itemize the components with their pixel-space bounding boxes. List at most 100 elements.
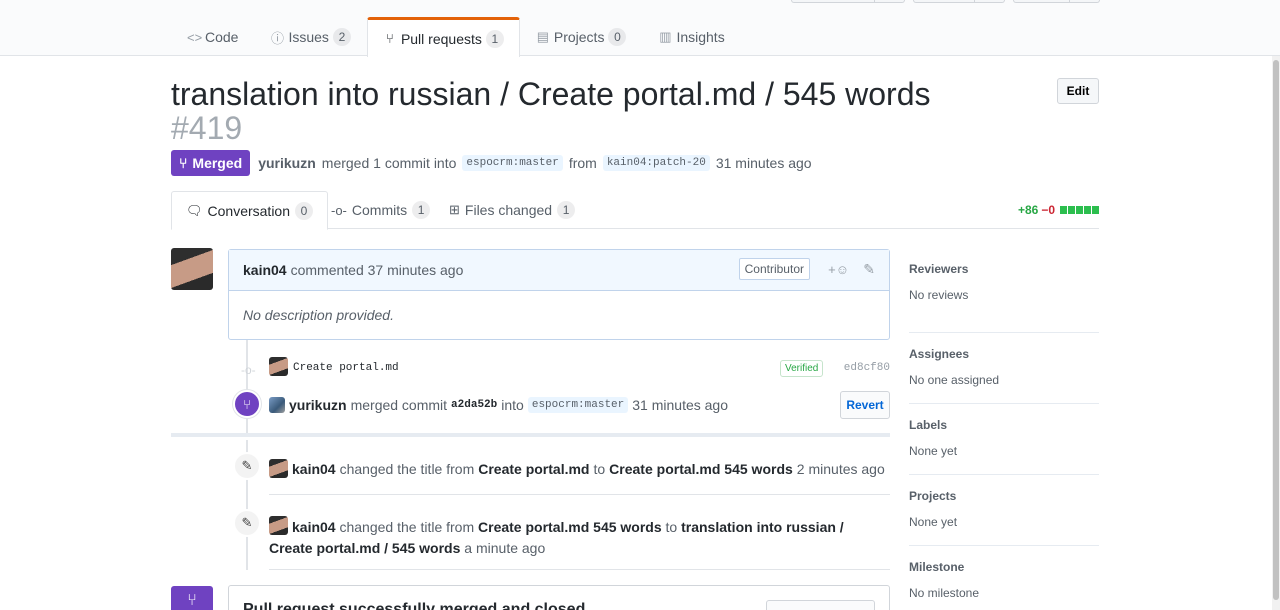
diffstat-block (1068, 206, 1075, 214)
from-text: from (568, 155, 597, 171)
sidebar-projects: Projects None yet (909, 475, 1099, 546)
pr-title: translation into russian / Create portal… (171, 76, 931, 112)
tab-counter: 2 (332, 28, 351, 46)
add-reaction-icon[interactable]: +☺ (828, 262, 849, 277)
commit-row: -o- Create portal.md Verified ed8cf80 (240, 356, 890, 380)
tab-pull-requests[interactable]: ⑂ Pull requests 1 (366, 17, 520, 57)
pr-sidebar: Reviewers No reviews Assignees No one as… (909, 262, 1099, 610)
comment-body: No description provided. (243, 307, 394, 323)
event-user[interactable]: kain04 (292, 519, 336, 535)
merge-icon: ⑂ (233, 390, 261, 418)
sidebar-value: No one assigned (909, 373, 1000, 387)
pr-meta: ⑂ Merged yurikuzn merged 1 commit into e… (171, 150, 812, 176)
comment-header: kain04 commented 37 minutes ago Contribu… (229, 250, 889, 291)
event-time[interactable]: a minute ago (464, 540, 545, 556)
project-icon: ▤ (536, 29, 550, 44)
edit-title-button[interactable]: Edit (1057, 78, 1099, 104)
edit-pencil-icon[interactable]: ✎ (863, 261, 875, 278)
comment-action: commented 37 minutes ago (290, 262, 464, 278)
merge-branch[interactable]: espocrm:master (527, 397, 629, 413)
opening-comment: kain04 commented 37 minutes ago Contribu… (228, 249, 890, 340)
sidebar-heading[interactable]: Labels (909, 418, 1099, 436)
tab-counter: 1 (557, 201, 576, 219)
merged-status-title: Pull request successfully merged and clo… (243, 601, 586, 610)
base-branch[interactable]: espocrm:master (462, 155, 563, 171)
rename-event: kain04 changed the title from Create por… (269, 459, 885, 478)
merger-link[interactable]: yurikuzn (258, 155, 316, 171)
diffstat-block (1084, 206, 1091, 214)
divider (269, 494, 890, 495)
sidebar-labels: Labels None yet (909, 404, 1099, 475)
merge-divider (171, 433, 890, 437)
file-diff-icon: ⊞ (449, 202, 460, 217)
tab-counter: 0 (608, 28, 627, 46)
head-branch[interactable]: kain04:patch-20 (602, 155, 710, 171)
pull-request-icon: ⑂ (386, 31, 394, 46)
star-button[interactable] (913, 0, 1005, 3)
sidebar-heading[interactable]: Milestone (909, 560, 1099, 578)
commit-dot-icon: -o- (241, 363, 256, 377)
merge-commit-sha[interactable]: a2da52b (451, 399, 497, 411)
event-text: merged commit (350, 397, 448, 413)
event-text: changed the title from (339, 460, 475, 477)
event-user[interactable]: kain04 (292, 461, 336, 477)
scrollbar-thumb[interactable] (1273, 60, 1279, 600)
tab-label: Conversation (207, 202, 291, 219)
tab-code[interactable]: <> Code (171, 17, 254, 56)
repo-header: <> Code ⓘ Issues 2 ⑂ Pull requests 1 ▤ P… (0, 0, 1280, 57)
avatar[interactable] (269, 397, 285, 413)
commit-message[interactable]: Create portal.md (293, 362, 399, 374)
code-icon: <> (187, 29, 203, 45)
diffstat-deletions: −0 (1041, 203, 1055, 217)
pr-number: #419 (171, 110, 243, 146)
sidebar-assignees: Assignees No one assigned (909, 333, 1099, 404)
old-title: Create portal.md (478, 460, 590, 477)
diffstat-block (1076, 206, 1083, 214)
avatar[interactable] (269, 516, 288, 535)
tab-commits[interactable]: -o- Commits 1 (317, 191, 444, 229)
tab-projects[interactable]: ▤ Projects 0 (520, 17, 643, 56)
verified-badge[interactable]: Verified (780, 360, 824, 377)
state-label: Merged (192, 155, 243, 171)
tab-insights[interactable]: ▥ Insights (642, 17, 740, 56)
sidebar-heading[interactable]: Reviewers (909, 262, 1099, 280)
delete-branch-button[interactable] (766, 600, 875, 610)
merge-icon: ⑂ (179, 155, 188, 171)
tab-label: Issues (288, 29, 329, 45)
sidebar-reviewers: Reviewers No reviews (909, 262, 1099, 333)
event-user[interactable]: yurikuzn (289, 397, 347, 413)
sidebar-milestone: Milestone No milestone (909, 546, 1099, 610)
comment-author[interactable]: kain04 (243, 262, 287, 278)
event-text: into (501, 397, 524, 413)
graph-icon: ▥ (659, 29, 672, 44)
tab-conversation[interactable]: 🗨 Conversation 0 (171, 191, 329, 230)
tab-files-changed[interactable]: ⊞ Files changed 1 (435, 191, 589, 229)
sidebar-heading[interactable]: Assignees (909, 347, 1099, 365)
tab-counter: 0 (295, 201, 314, 220)
contributor-badge: Contributor (738, 258, 810, 280)
event-text: to (665, 519, 678, 535)
tab-label: Projects (553, 29, 605, 45)
diffstat-blocks (1060, 206, 1099, 214)
revert-button[interactable]: Revert (840, 391, 890, 419)
pr-tabs: 🗨 Conversation 0 -o- Commits 1 ⊞ Files c… (171, 191, 1099, 230)
avatar[interactable] (269, 459, 288, 478)
watch-button[interactable] (791, 0, 905, 3)
pencil-icon: ✎ (233, 452, 261, 480)
commit-sha[interactable]: ed8cf80 (844, 362, 890, 374)
diffstat: +86 −0 (1018, 203, 1099, 217)
merge-icon: ⑂ (171, 586, 213, 610)
diffstat-additions: +86 (1017, 203, 1039, 217)
pencil-icon: ✎ (233, 509, 261, 537)
avatar[interactable] (171, 248, 213, 290)
event-time[interactable]: 2 minutes ago (797, 461, 885, 477)
sidebar-heading[interactable]: Projects (909, 489, 1099, 507)
tab-issues[interactable]: ⓘ Issues 2 (254, 17, 366, 56)
page-scrollbar[interactable] (1272, 56, 1280, 610)
tab-label: Code (205, 29, 239, 45)
old-title: Create portal.md 545 words (478, 519, 662, 535)
issue-icon: ⓘ (270, 30, 284, 46)
avatar[interactable] (269, 357, 288, 376)
fork-button[interactable] (1013, 0, 1100, 3)
new-title: Create portal.md 545 words (609, 460, 793, 477)
